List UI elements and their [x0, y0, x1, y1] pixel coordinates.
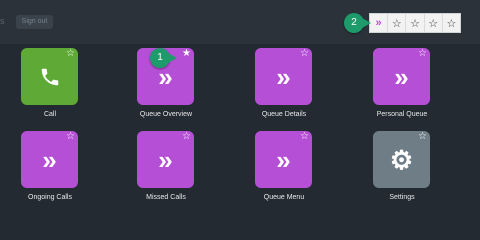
tile-button[interactable]: » ☆ [21, 131, 78, 188]
callout-pointer [362, 18, 371, 28]
tile-personal-queue[interactable]: » ☆ Personal Queue [352, 48, 452, 128]
tile-button[interactable]: ☆ [21, 48, 78, 105]
double-chevron-icon: » [158, 144, 173, 175]
tile-button[interactable]: » ☆ [255, 48, 312, 105]
favorite-star-icon[interactable]: ★ [182, 49, 191, 59]
callout-pointer [168, 53, 177, 63]
double-chevron-icon: » [276, 144, 291, 175]
topbar-edge-text: s [0, 16, 5, 26]
tile-label: Missed Calls [146, 194, 186, 201]
double-chevron-icon: » [394, 61, 409, 92]
tile-ongoing-calls[interactable]: » ☆ Ongoing Calls [0, 131, 100, 211]
tile-queue-details[interactable]: » ☆ Queue Details [234, 48, 334, 128]
favorite-star-icon[interactable]: ☆ [66, 132, 75, 142]
double-chevron-icon: » [42, 144, 57, 175]
favorite-star-icon[interactable]: ☆ [66, 49, 75, 59]
tile-button[interactable]: » ☆ [255, 131, 312, 188]
gear-icon: ⚙ [389, 144, 414, 175]
signout-button[interactable]: Sign out [16, 15, 53, 29]
phone-icon [41, 68, 58, 85]
callout-number: 1 [157, 52, 163, 63]
favorite-slot-star-icon[interactable]: ☆ [441, 14, 460, 32]
tile-queue-menu[interactable]: » ☆ Queue Menu [234, 131, 334, 211]
tile-settings[interactable]: ⚙ ☆ Settings [352, 131, 452, 211]
favorite-slot-star-icon[interactable]: ☆ [405, 14, 423, 32]
tile-label: Queue Menu [263, 194, 305, 201]
callout-marker-1: 1 [150, 48, 177, 68]
favorite-slot-star-icon[interactable]: ☆ [423, 14, 442, 32]
callout-marker-2: 2 [344, 13, 371, 33]
favorite-star-icon[interactable]: ☆ [300, 49, 309, 59]
favorite-star-icon[interactable]: ☆ [182, 132, 191, 142]
tile-missed-calls[interactable]: » ☆ Missed Calls [116, 131, 216, 211]
favorite-star-icon[interactable]: ☆ [300, 132, 309, 142]
top-bar: s Sign out » ☆ ☆ ☆ ☆ 2 [0, 0, 480, 44]
tile-call[interactable]: ☆ Call [0, 48, 100, 128]
tile-label: Ongoing Calls [28, 194, 72, 201]
favorite-star-icon[interactable]: ☆ [418, 132, 427, 142]
callout-number: 2 [351, 17, 357, 28]
favorites-expand-icon[interactable]: » [370, 14, 387, 32]
tile-button[interactable]: » ☆ [137, 131, 194, 188]
favorite-slot-star-icon[interactable]: ☆ [387, 14, 405, 32]
tile-button[interactable]: ⚙ ☆ [373, 131, 430, 188]
tile-button[interactable]: » ☆ [373, 48, 430, 105]
tile-label: Personal Queue [376, 111, 428, 118]
tile-label: Settings [389, 194, 415, 201]
favorites-bar: » ☆ ☆ ☆ ☆ [369, 13, 461, 33]
tile-label: Queue Details [261, 111, 307, 118]
double-chevron-icon: » [276, 61, 291, 92]
tile-label: Call [43, 111, 57, 118]
tile-label: Queue Overview [139, 111, 193, 118]
favorite-star-icon[interactable]: ☆ [418, 49, 427, 59]
